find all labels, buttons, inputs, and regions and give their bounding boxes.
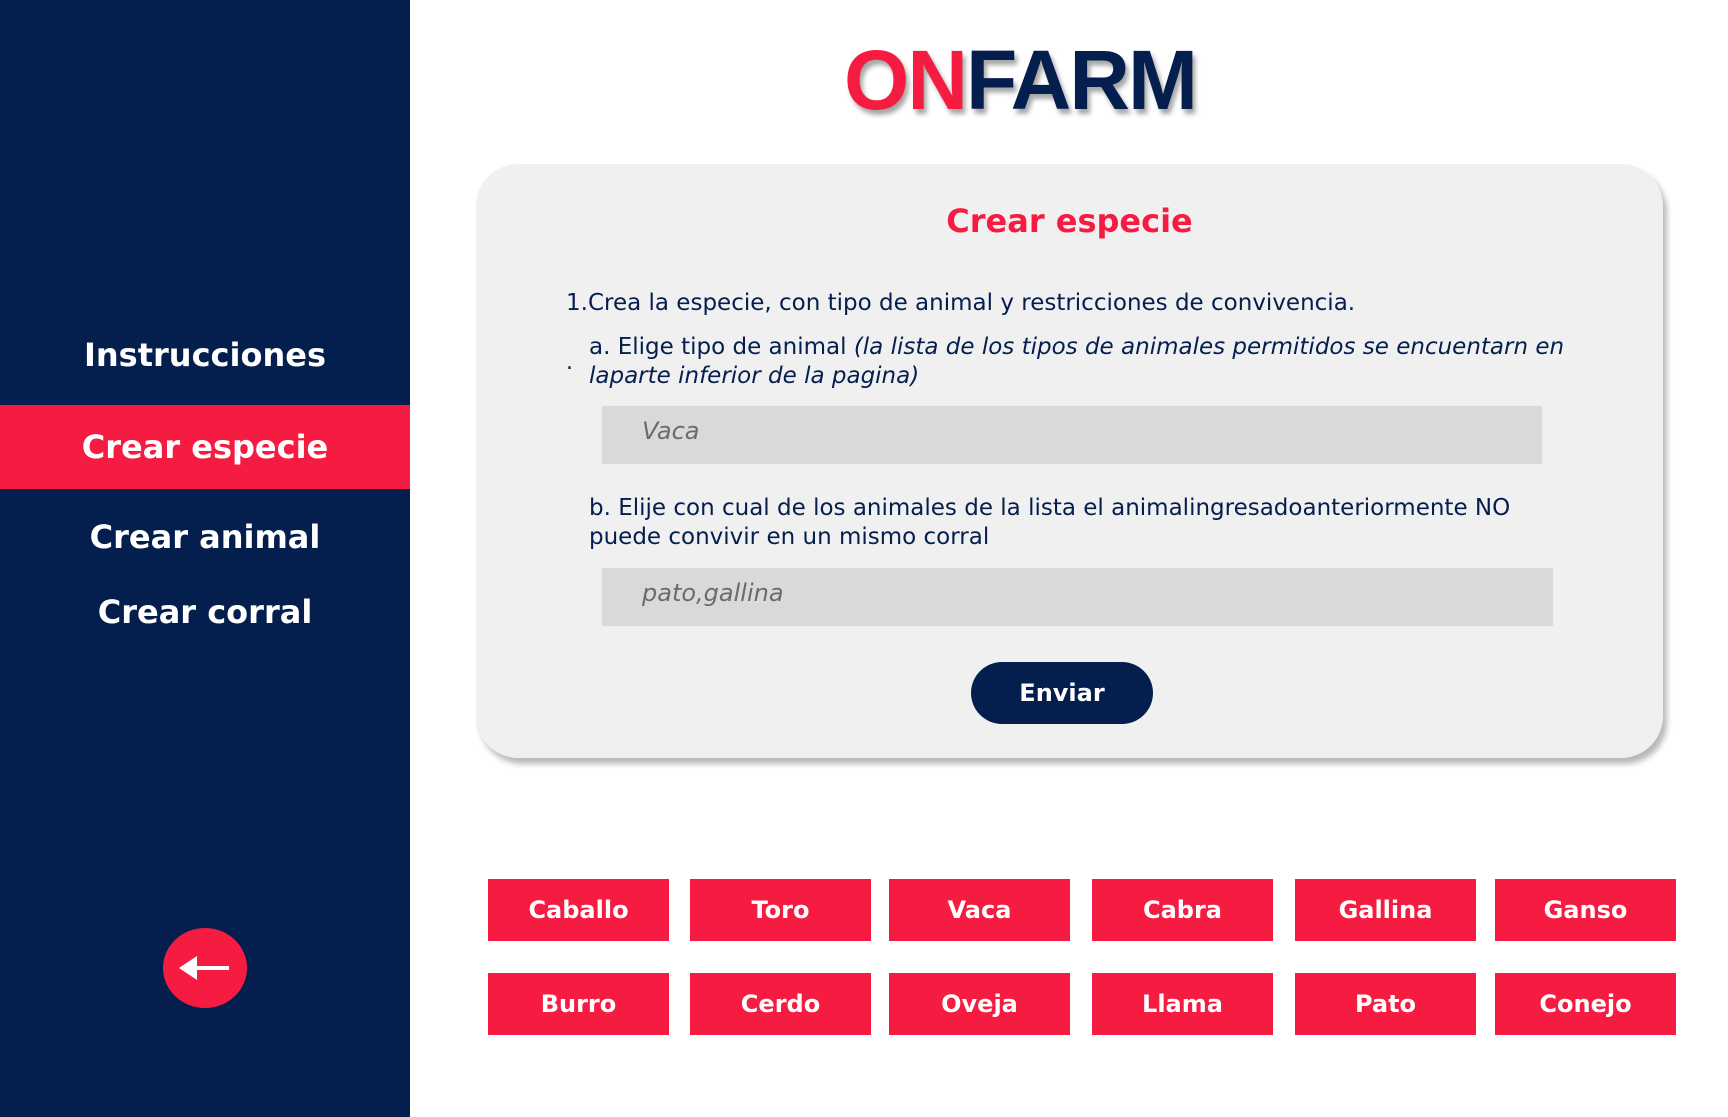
logo-farm: FARM: [966, 33, 1198, 127]
animal-button-toro[interactable]: Toro: [690, 879, 871, 941]
animal-button-oveja[interactable]: Oveja: [889, 973, 1070, 1035]
animal-button-ganso[interactable]: Ganso: [1495, 879, 1676, 941]
restrictions-input[interactable]: pato,gallina: [602, 568, 1553, 626]
sidebar-item-instrucciones[interactable]: Instrucciones: [0, 336, 410, 374]
instruction-step-b: b. Elije con cual de los animales de la …: [589, 495, 1511, 550]
step-a-label: a. Elige tipo de animal: [589, 334, 854, 360]
submit-button[interactable]: Enviar: [971, 662, 1153, 724]
animal-button-vaca[interactable]: Vaca: [889, 879, 1070, 941]
back-button[interactable]: [163, 928, 247, 1008]
instruction-step-a: a. Elige tipo de animal (la lista de los…: [589, 333, 1589, 391]
animal-button-pato[interactable]: Pato: [1295, 973, 1476, 1035]
animal-button-burro[interactable]: Burro: [488, 973, 669, 1035]
sidebar-item-crear-corral[interactable]: Crear corral: [0, 593, 410, 631]
logo-on: ON: [844, 33, 968, 127]
sidebar-item-crear-animal[interactable]: Crear animal: [0, 518, 410, 556]
instruction-step-1: 1.Crea la especie, con tipo de animal y …: [566, 290, 1356, 316]
animal-button-conejo[interactable]: Conejo: [1495, 973, 1676, 1035]
animal-type-input[interactable]: Vaca: [602, 406, 1542, 464]
animal-button-llama[interactable]: Llama: [1092, 973, 1273, 1035]
animal-button-cabra[interactable]: Cabra: [1092, 879, 1273, 941]
sidebar-item-crear-especie[interactable]: Crear especie: [0, 405, 410, 489]
onfarm-logo: ONFARM: [844, 38, 1198, 122]
sidebar: Instrucciones Crear especie Crear animal…: [0, 0, 410, 1117]
bullet-dot: .: [566, 350, 573, 375]
animal-button-caballo[interactable]: Caballo: [488, 879, 669, 941]
animal-button-cerdo[interactable]: Cerdo: [690, 973, 871, 1035]
card-title: Crear especie: [946, 202, 1193, 240]
arrow-left-icon: [179, 956, 229, 980]
animal-button-gallina[interactable]: Gallina: [1295, 879, 1476, 941]
create-species-card: Crear especie 1.Crea la especie, con tip…: [476, 164, 1663, 758]
